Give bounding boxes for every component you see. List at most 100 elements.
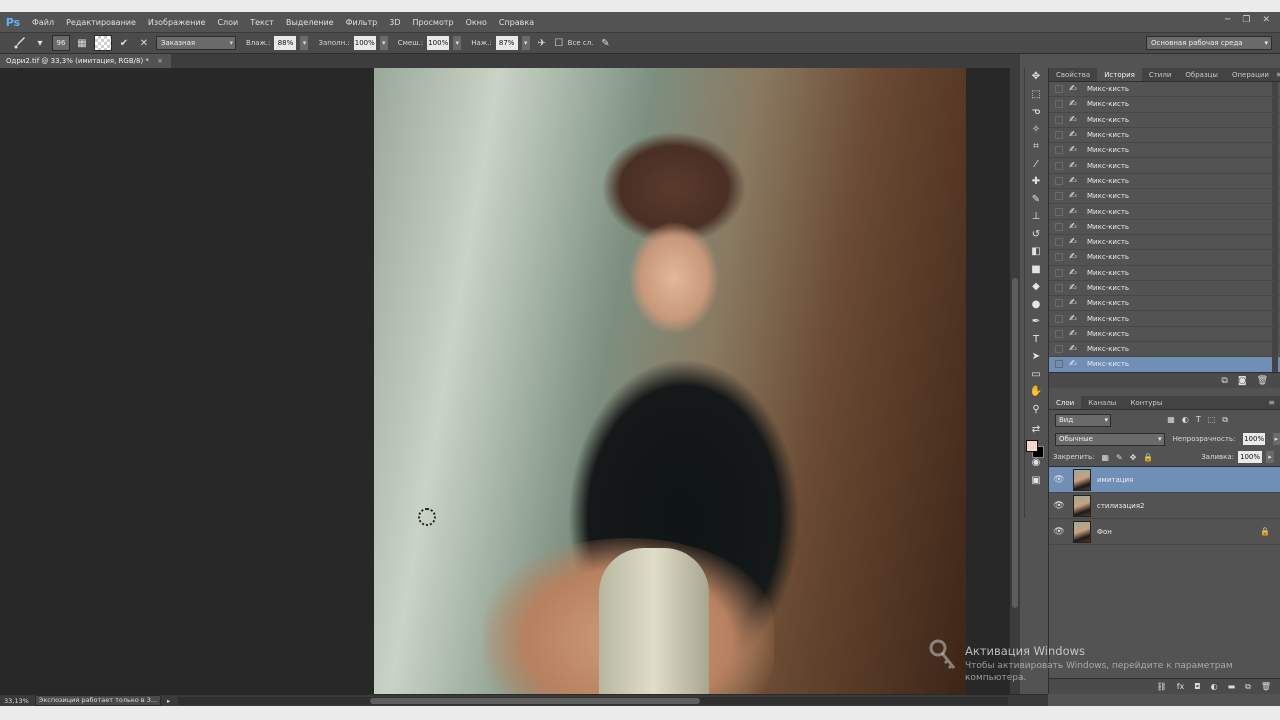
status-arrow-icon[interactable]: ▸: [167, 697, 170, 705]
wet-field[interactable]: 88%: [274, 36, 297, 50]
flow-field[interactable]: 87%: [495, 36, 518, 50]
screen-mode-icon[interactable]: ▣: [1025, 472, 1047, 490]
fill-field[interactable]: 100%: [1238, 451, 1262, 463]
menu-file[interactable]: Файл: [26, 18, 60, 27]
history-source-checkbox[interactable]: [1055, 85, 1063, 94]
menu-filter[interactable]: Фильтр: [340, 18, 384, 27]
history-panel-menu-icon[interactable]: ≡: [1276, 68, 1280, 81]
menu-window[interactable]: Окно: [460, 18, 493, 27]
history-scrollbar[interactable]: [1272, 82, 1278, 372]
airbrush-icon[interactable]: ✈: [534, 35, 550, 51]
filter-pixel-icon[interactable]: ▦: [1167, 415, 1175, 425]
mix-field[interactable]: 100%: [427, 36, 450, 50]
status-message[interactable]: Экспозиция работает только в 3...: [34, 695, 162, 706]
gradient-tool-icon[interactable]: ■: [1025, 261, 1047, 279]
visibility-eye-icon[interactable]: 👁: [1049, 527, 1069, 537]
history-source-checkbox[interactable]: [1055, 100, 1063, 109]
history-item[interactable]: ✍ Микс-кисть: [1049, 235, 1280, 251]
dodge-tool-icon[interactable]: ●: [1025, 296, 1047, 314]
layer-row[interactable]: 👁 Фон 🔒: [1049, 519, 1280, 545]
menu-select[interactable]: Выделение: [280, 18, 340, 27]
menu-layers[interactable]: Слои: [211, 18, 244, 27]
visibility-eye-icon[interactable]: 👁: [1049, 501, 1069, 511]
restore-button[interactable]: ❐: [1242, 15, 1250, 25]
workspace-select[interactable]: Основная рабочая среда: [1146, 36, 1272, 50]
history-source-checkbox[interactable]: [1055, 253, 1063, 262]
history-source-checkbox[interactable]: [1055, 299, 1063, 308]
brush-tool-icon[interactable]: ✎: [1025, 191, 1047, 209]
move-tool-icon[interactable]: ✥: [1025, 68, 1047, 86]
canvas-area[interactable]: [0, 68, 1010, 694]
filter-type-icon[interactable]: T: [1196, 415, 1201, 425]
portrait-image[interactable]: [374, 68, 966, 694]
lock-transparent-icon[interactable]: ▦: [1101, 453, 1109, 462]
pen-tool-icon[interactable]: ✒: [1025, 313, 1047, 331]
history-source-checkbox[interactable]: [1055, 238, 1063, 247]
history-source-checkbox[interactable]: [1055, 268, 1063, 277]
history-item[interactable]: ✍ Микс-кисть: [1049, 220, 1280, 235]
filter-shape-icon[interactable]: ⬚: [1208, 415, 1216, 425]
canvas-horizontal-scrollbar[interactable]: [178, 697, 1008, 705]
history-source-checkbox[interactable]: [1055, 146, 1063, 155]
history-source-checkbox[interactable]: [1055, 314, 1063, 323]
history-source-checkbox[interactable]: [1055, 207, 1063, 216]
layer-row[interactable]: 👁 имитация: [1049, 467, 1280, 493]
snapshot-icon[interactable]: ◙: [1238, 376, 1247, 386]
history-source-checkbox[interactable]: [1055, 284, 1063, 292]
tab-channels[interactable]: Каналы: [1081, 396, 1123, 409]
close-button[interactable]: ✕: [1262, 15, 1270, 25]
zoom-level[interactable]: 33,13%: [4, 697, 29, 705]
lock-position-icon[interactable]: ✥: [1130, 453, 1137, 462]
menu-3d[interactable]: 3D: [383, 18, 406, 27]
pressure-icon[interactable]: ✎: [597, 35, 613, 51]
crop-tool-icon[interactable]: ⌗: [1025, 138, 1047, 156]
new-document-from-state-icon[interactable]: ⧉: [1221, 376, 1227, 386]
history-item[interactable]: ✍ Микс-кисть: [1049, 266, 1280, 281]
history-item[interactable]: ✍ Микс-кисть: [1049, 327, 1280, 343]
mixer-brush-tool-icon[interactable]: [12, 35, 28, 51]
history-source-checkbox[interactable]: [1055, 131, 1063, 140]
eraser-tool-icon[interactable]: ◧: [1025, 243, 1047, 261]
layers-panel-menu-icon[interactable]: ≡: [1268, 396, 1280, 409]
brush-panel-icon[interactable]: ▦: [74, 35, 90, 51]
history-source-checkbox[interactable]: [1055, 115, 1063, 124]
delete-layer-icon[interactable]: 🗑: [1261, 682, 1271, 691]
preset-dropdown-icon[interactable]: ▾: [32, 35, 48, 51]
filter-smart-icon[interactable]: ⧉: [1222, 415, 1228, 425]
history-item[interactable]: ✍ Микс-кисть: [1049, 174, 1280, 190]
tab-history[interactable]: История: [1097, 68, 1142, 81]
tab-layers[interactable]: Слои: [1049, 396, 1082, 409]
history-source-checkbox[interactable]: [1055, 222, 1063, 231]
delete-state-icon[interactable]: 🗑: [1257, 376, 1268, 386]
minimize-button[interactable]: ─: [1225, 15, 1230, 25]
flow-dropdown-icon[interactable]: ▾: [521, 36, 530, 50]
eyedropper-tool-icon[interactable]: ⁄: [1025, 156, 1047, 174]
history-item[interactable]: ✍ Микс-кисть: [1049, 296, 1280, 312]
filter-adjustment-icon[interactable]: ◐: [1182, 415, 1189, 425]
tab-swatches[interactable]: Образцы: [1178, 68, 1225, 81]
history-item[interactable]: ✍ Микс-кисть: [1049, 97, 1280, 113]
tab-properties[interactable]: Свойства: [1049, 68, 1097, 81]
zoom-tool-icon[interactable]: ⚲: [1025, 401, 1047, 419]
history-item[interactable]: ✍ Микс-кисть: [1049, 357, 1280, 372]
mix-dropdown-icon[interactable]: ▾: [453, 36, 462, 50]
shape-tool-icon[interactable]: ▭: [1025, 366, 1047, 384]
history-item[interactable]: ✍ Микс-кисть: [1049, 143, 1280, 159]
sample-all-checkbox[interactable]: ☐: [554, 35, 564, 51]
blend-mode-select[interactable]: Обычные: [1055, 432, 1165, 446]
tab-paths[interactable]: Контуры: [1123, 396, 1169, 409]
path-select-tool-icon[interactable]: ➤: [1025, 348, 1047, 366]
current-brush-load-swatch[interactable]: [94, 35, 112, 51]
history-item[interactable]: ✍ Микс-кисть: [1049, 204, 1280, 220]
history-item[interactable]: ✍ Микс-кисть: [1049, 281, 1280, 297]
canvas-horizontal-scroll-thumb[interactable]: [370, 698, 700, 704]
history-source-checkbox[interactable]: [1055, 360, 1063, 369]
canvas-vertical-scroll-thumb[interactable]: [1012, 278, 1018, 608]
history-item[interactable]: ✍ Микс-кисть: [1049, 82, 1280, 98]
blur-tool-icon[interactable]: ◆: [1025, 278, 1047, 296]
lock-pixels-icon[interactable]: ✎: [1116, 453, 1123, 462]
menu-image[interactable]: Изображение: [142, 18, 212, 27]
menu-edit[interactable]: Редактирование: [60, 18, 142, 27]
layer-kind-select[interactable]: Вид: [1055, 413, 1111, 427]
brush-size-picker[interactable]: 96: [52, 35, 70, 51]
